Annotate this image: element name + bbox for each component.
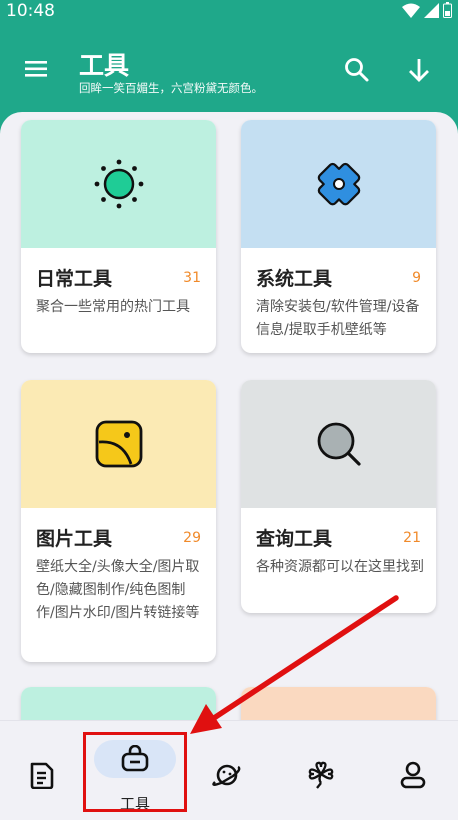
card-daily-tools[interactable]: 日常工具 31 聚合一些常用的热门工具 (21, 120, 216, 353)
status-time: 10:48 (6, 1, 55, 21)
page-title: 工具 (79, 51, 130, 80)
card-title: 日常工具 (36, 268, 113, 290)
download-icon[interactable] (405, 56, 433, 84)
card-description: 壁纸大全/头像大全/图片取色/隐藏图制作/纯色图制作/图片水印/图片转链接等 (36, 559, 200, 621)
card-title: 系统工具 (256, 268, 333, 290)
card-system-tools[interactable]: 系统工具 9 清除安装包/软件管理/设备信息/提取手机壁纸等 (241, 120, 436, 353)
card-description: 各种资源都可以在这里找到 (256, 559, 424, 575)
nav-item-document[interactable] (0, 721, 83, 820)
nav-item-planet[interactable] (187, 721, 270, 820)
card-banner (21, 380, 216, 508)
battery-icon (443, 2, 452, 18)
tool-grid: 日常工具 31 聚合一些常用的热门工具 系统工具 9 清除安装包/软件管理/设备… (0, 112, 458, 752)
planet-icon (212, 764, 241, 786)
bottom-navigation: 工具 (0, 720, 458, 820)
card-banner (241, 120, 436, 248)
app-bar: 工具 回眸一笑百媚生，六宫粉黛无颜色。 (0, 22, 458, 114)
document-icon (30, 762, 54, 789)
card-image-tools[interactable]: 图片工具 29 壁纸大全/头像大全/图片取色/隐藏图制作/纯色图制作/图片水印/… (21, 380, 216, 662)
card-banner (21, 120, 216, 248)
card-query-tools[interactable]: 查询工具 21 各种资源都可以在这里找到 (241, 380, 436, 613)
clover-icon (308, 761, 334, 789)
status-bar: 10:48 (0, 0, 458, 22)
card-title: 查询工具 (256, 528, 333, 550)
search-icon[interactable] (343, 56, 371, 84)
card-description: 清除安装包/软件管理/设备信息/提取手机壁纸等 (256, 299, 420, 338)
person-icon (400, 761, 426, 789)
card-banner (241, 380, 436, 508)
card-count: 21 (403, 530, 421, 546)
search-magnifier-icon (317, 422, 361, 466)
sun-icon (94, 159, 143, 209)
page-subtitle: 回眸一笑百媚生，六宫粉黛无颜色。 (79, 81, 263, 95)
card-title: 图片工具 (36, 528, 113, 550)
gamepad-icon (317, 162, 360, 206)
nav-item-profile[interactable] (364, 721, 458, 820)
image-icon (95, 420, 142, 468)
card-count: 31 (183, 270, 201, 286)
annotation-highlight-box (83, 732, 187, 812)
card-description: 聚合一些常用的热门工具 (36, 299, 190, 315)
card-count: 29 (183, 530, 201, 546)
signal-icon (424, 2, 439, 18)
nav-item-clover[interactable] (270, 721, 364, 820)
menu-icon[interactable] (24, 56, 50, 82)
wifi-icon (402, 3, 420, 18)
card-count: 9 (412, 270, 421, 286)
